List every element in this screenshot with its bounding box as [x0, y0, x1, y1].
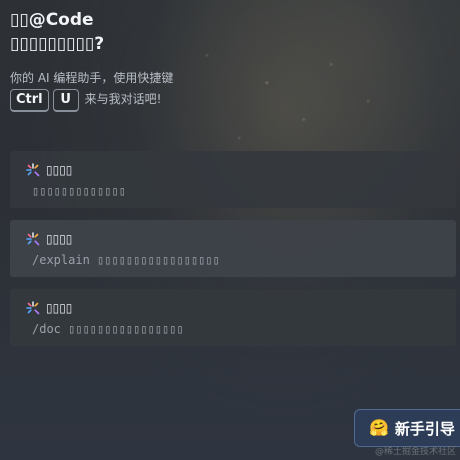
- welcome-subtitle: 你的 AI 编程助手，使用快捷键: [10, 71, 174, 85]
- sparkle-icon: [26, 301, 40, 315]
- sparkle-icon: [26, 163, 40, 177]
- sparkle-icon: [26, 232, 40, 246]
- shortcut-hint: 来与我对话吧!: [84, 92, 162, 106]
- hugging-face-icon: 🤗: [369, 418, 389, 437]
- card-header: ▯▯▯▯: [26, 162, 456, 178]
- welcome-title-line2: ▯▯▯▯▯▯▯▯▯?: [10, 34, 105, 54]
- card-title: ▯▯▯▯: [46, 301, 73, 315]
- suggestion-card-2[interactable]: ▯▯▯▯ /explain ▯▯▯▯▯▯▯▯▯▯▯▯▯▯▯▯▯: [10, 220, 456, 277]
- suggestion-card-1[interactable]: ▯▯▯▯ ▯▯▯▯▯▯▯▯▯▯▯▯▯: [10, 151, 456, 208]
- suggestion-card-3[interactable]: ▯▯▯▯ /doc ▯▯▯▯▯▯▯▯▯▯▯▯▯▯▯▯: [10, 289, 456, 346]
- card-description: ▯▯▯▯▯▯▯▯▯▯▯▯▯: [32, 184, 126, 198]
- card-title: ▯▯▯▯: [46, 163, 73, 177]
- card-description: /explain ▯▯▯▯▯▯▯▯▯▯▯▯▯▯▯▯▯: [32, 253, 220, 267]
- ctrl-key: Ctrl: [10, 89, 49, 112]
- welcome-title-line1: ▯▯@Code: [10, 10, 94, 30]
- card-title: ▯▯▯▯: [46, 232, 73, 246]
- card-header: ▯▯▯▯: [26, 300, 456, 316]
- welcome-header: ▯▯@Code ▯▯▯▯▯▯▯▯▯? 你的 AI 编程助手，使用快捷键 Ctrl…: [10, 8, 450, 112]
- card-description: /doc ▯▯▯▯▯▯▯▯▯▯▯▯▯▯▯▯: [32, 322, 184, 336]
- u-key: U: [52, 89, 79, 112]
- beginner-guide-button[interactable]: 🤗 新手引导: [354, 409, 460, 447]
- watermark: @稀土掘金技术社区: [374, 447, 456, 457]
- shortcut-row: Ctrl U 来与我对话吧!: [10, 89, 450, 112]
- beginner-guide-label: 新手引导: [394, 419, 455, 438]
- card-header: ▯▯▯▯: [26, 231, 456, 247]
